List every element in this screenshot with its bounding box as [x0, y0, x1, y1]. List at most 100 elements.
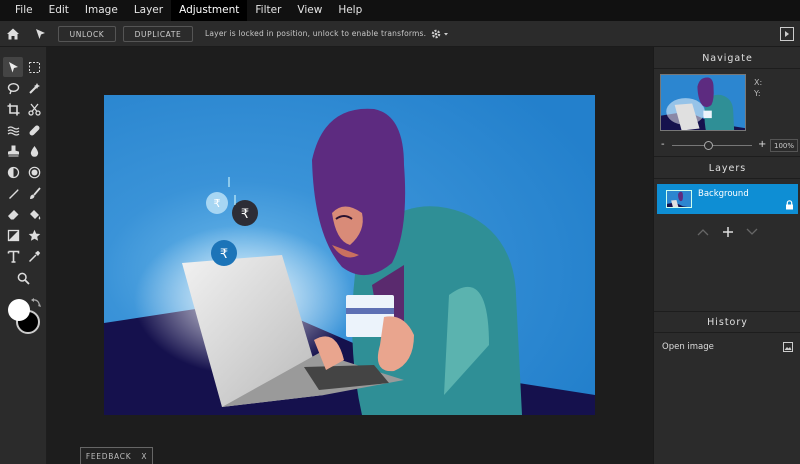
menu-image[interactable]: Image — [77, 0, 126, 21]
healing-tool[interactable] — [24, 120, 44, 140]
lasso-icon — [7, 82, 19, 94]
marquee-icon — [28, 61, 40, 73]
marquee-tool[interactable] — [24, 57, 44, 77]
panel-divider — [654, 311, 800, 312]
stamp-tool[interactable] — [3, 141, 23, 161]
crop-tool[interactable] — [3, 99, 23, 119]
home-icon[interactable] — [5, 26, 21, 42]
lasso-tool[interactable] — [3, 78, 23, 98]
menu-file[interactable]: File — [7, 0, 41, 21]
foreground-color-swatch[interactable] — [8, 299, 30, 321]
layer-item-background[interactable]: Background — [657, 184, 798, 214]
magic-wand-tool[interactable] — [24, 78, 44, 98]
navigate-title: Navigate — [702, 53, 753, 64]
magic-wand-icon — [28, 82, 40, 94]
layers-title: Layers — [708, 163, 747, 174]
dodge-tool[interactable] — [3, 162, 23, 182]
text-icon — [7, 250, 19, 263]
eraser-tool[interactable] — [3, 204, 23, 224]
fill-tool[interactable] — [24, 204, 44, 224]
panel-toggle-icon[interactable] — [780, 27, 794, 41]
history-title: History — [707, 317, 748, 328]
layer-preview — [667, 191, 691, 207]
canvas-illustration: ₹ ₹ ₹ — [104, 95, 595, 415]
pen-tool[interactable] — [3, 183, 23, 203]
eyedropper-tool[interactable] — [24, 246, 44, 266]
layer-name: Background — [698, 189, 749, 199]
lock-status-message: Layer is locked in position, unlock to e… — [205, 29, 427, 38]
text-tool[interactable] — [3, 246, 23, 266]
menu-view[interactable]: View — [289, 0, 330, 21]
bandage-icon — [29, 125, 39, 135]
shape-tool[interactable] — [24, 225, 44, 245]
panel-divider — [654, 332, 800, 333]
zoom-control: - + 100% — [654, 139, 800, 153]
settings-icon[interactable] — [429, 26, 451, 42]
move-layer-up-icon[interactable] — [697, 227, 709, 237]
sponge-tool[interactable] — [24, 162, 44, 182]
gradient-tool[interactable] — [3, 225, 23, 245]
magnifier-icon — [17, 272, 30, 285]
add-layer-icon[interactable] — [722, 226, 734, 238]
options-toolbar: UNLOCK DUPLICATE Layer is locked in posi… — [0, 21, 800, 47]
stamp-icon — [7, 145, 19, 156]
slice-tool[interactable] — [24, 99, 44, 119]
crop-icon — [7, 103, 19, 115]
history-item-open-image[interactable]: Open image — [662, 342, 714, 352]
menu-layer[interactable]: Layer — [126, 0, 171, 21]
liquify-tool[interactable] — [3, 120, 23, 140]
menu-filter[interactable]: Filter — [247, 0, 289, 21]
feedback-button[interactable]: FEEDBACK X — [80, 447, 153, 464]
move-layer-down-icon[interactable] — [746, 227, 758, 237]
navigator-preview — [661, 75, 745, 130]
image-canvas[interactable]: ₹ ₹ ₹ — [104, 95, 595, 415]
panel-divider — [654, 178, 800, 179]
tools-panel — [0, 47, 47, 464]
brush-tool[interactable] — [24, 183, 44, 203]
cursor-y-label: Y: — [754, 89, 761, 98]
menu-help[interactable]: Help — [330, 0, 370, 21]
right-panels: Navigate X: Y: - + 100% Layers Backgroun… — [653, 47, 800, 464]
eraser-icon — [7, 209, 18, 219]
menu-adjustment[interactable]: Adjustment — [171, 0, 248, 21]
eyedropper-icon — [28, 250, 40, 262]
zoom-slider-handle[interactable] — [703, 141, 713, 150]
layer-actions — [654, 225, 800, 239]
svg-text:₹: ₹ — [241, 207, 249, 222]
panel-divider — [654, 68, 800, 69]
zoom-value-field[interactable]: 100% — [770, 139, 798, 152]
swap-colors-icon[interactable] — [30, 297, 42, 309]
navigator-thumbnail[interactable] — [660, 74, 746, 131]
gradient-icon — [7, 229, 19, 241]
drop-icon — [30, 145, 38, 157]
move-tool-icon — [8, 61, 18, 72]
duplicate-button[interactable]: DUPLICATE — [123, 26, 193, 42]
svg-text:₹: ₹ — [220, 247, 228, 262]
brush-icon — [29, 186, 41, 199]
star-icon — [28, 229, 40, 241]
menu-edit[interactable]: Edit — [41, 0, 77, 21]
waves-icon — [7, 125, 19, 136]
move-tool[interactable] — [3, 57, 23, 77]
svg-text:₹: ₹ — [214, 197, 221, 210]
feedback-label[interactable]: FEEDBACK — [86, 452, 131, 461]
cursor-x-label: X: — [754, 78, 763, 87]
feedback-close-button[interactable]: X — [141, 452, 147, 461]
workspace: ₹ ₹ ₹ FEEDBACK X — [47, 47, 653, 464]
layer-thumbnail — [666, 190, 692, 208]
paint-bucket-icon — [29, 209, 40, 219]
lock-icon[interactable] — [785, 200, 794, 210]
zoom-in-button[interactable]: + — [758, 139, 766, 150]
blur-tool[interactable] — [24, 141, 44, 161]
unlock-button[interactable]: UNLOCK — [58, 26, 116, 42]
panel-divider — [654, 156, 800, 157]
zoom-tool[interactable] — [13, 268, 33, 288]
menu-bar: File Edit Image Layer Adjustment Filter … — [0, 0, 800, 21]
zoom-out-button[interactable]: - — [661, 139, 665, 150]
image-icon — [783, 342, 793, 352]
scissors-icon — [27, 103, 41, 116]
sponge-icon — [28, 166, 40, 178]
pointer-icon[interactable] — [32, 26, 48, 42]
pen-icon — [8, 188, 18, 199]
dodge-icon — [7, 166, 19, 178]
